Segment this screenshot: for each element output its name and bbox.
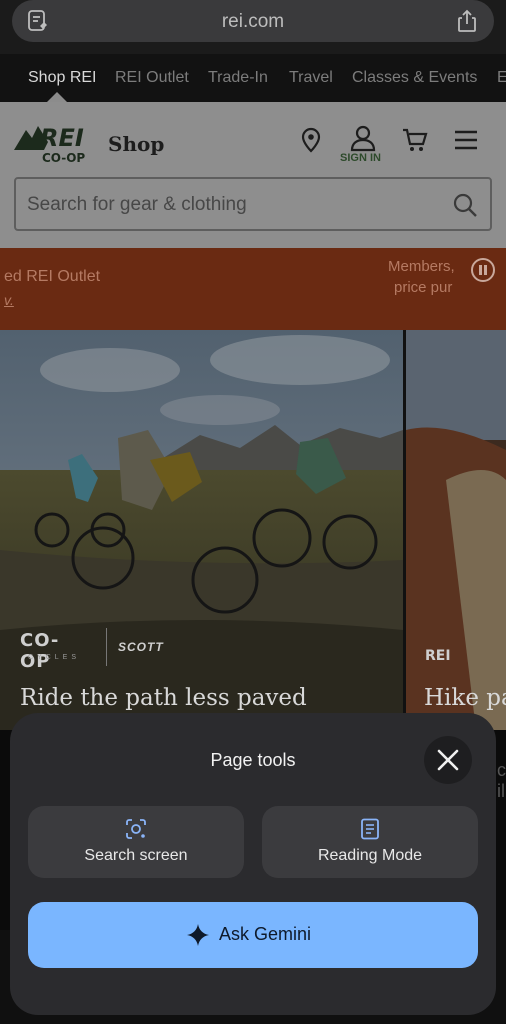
rei-logo[interactable]: REI CO-OP [14,116,92,168]
active-tab-caret [47,92,67,102]
site-header: REI CO-OP Shop SIGN IN Search for gear &… [0,102,506,248]
url-text[interactable]: rei.com [12,11,494,33]
user-icon[interactable] [349,124,377,152]
hero-slide-title[interactable]: Ride the path less paved [20,685,307,711]
promo-banner[interactable]: ed REI Outlet v. Members, price pur [0,248,506,330]
scott-logo: SCOTT [118,640,164,654]
topnav-item-classes-events[interactable]: Classes & Events [352,69,477,87]
search-screen-button[interactable]: Search screen [28,806,244,878]
page-tools-sheet: Page tools Search screen Reading Mode As [10,713,496,1015]
lens-icon [126,819,146,839]
hero-slide-title-2[interactable]: Hike pa [424,685,506,711]
close-icon [437,749,459,771]
peek-line-2: il [497,781,505,801]
shop-label[interactable]: Shop [108,132,164,156]
cart-icon[interactable] [401,126,429,154]
logo-rei-text: REI [40,124,84,152]
coop-cycles-sub: CYCLES [28,654,81,661]
page-peek-text: c il [497,760,506,802]
reading-mode-label: Reading Mode [317,847,423,864]
peek-line-1: c [497,760,506,780]
banner-link[interactable]: v. [4,292,14,308]
address-bar[interactable]: rei.com [12,0,494,42]
browser-toolbar: rei.com [0,0,506,54]
search-screen-label: Search screen [84,847,188,864]
hero-image-hiker[interactable] [406,330,506,730]
reading-mode-icon [361,818,379,840]
ask-gemini-button[interactable]: Ask Gemini [28,902,478,968]
share-icon[interactable] [456,9,478,33]
topnav-item-travel[interactable]: Travel [289,69,333,87]
banner-text-right: Members, [388,258,455,275]
rei-mini-logo: REI [425,648,451,664]
hero-carousel[interactable]: CO-OP CYCLES SCOTT Ride the path less pa… [0,330,506,730]
logo-coop-text: CO-OP [42,151,85,165]
sign-in-label[interactable]: SIGN IN [340,152,381,164]
brand-divider [106,628,107,666]
topnav-item-more[interactable]: E [497,69,506,87]
ask-gemini-label: Ask Gemini [219,924,312,944]
search-input[interactable]: Search for gear & clothing [14,177,492,231]
top-nav: Shop REI REI Outlet Trade-In Travel Clas… [0,54,506,102]
search-icon[interactable] [452,192,478,218]
topnav-item-rei-outlet[interactable]: REI Outlet [115,69,189,87]
gemini-sparkle-icon [187,924,209,946]
banner-text-left: ed REI Outlet [4,268,101,285]
close-button[interactable] [424,736,472,784]
menu-icon[interactable] [452,126,480,154]
pause-icon[interactable] [471,258,495,282]
reading-mode-button[interactable]: Reading Mode [262,806,478,878]
hero-image-cyclists[interactable] [0,330,403,730]
location-icon[interactable] [297,126,325,154]
banner-text-right-2: price pur [394,279,453,296]
search-placeholder: Search for gear & clothing [27,194,247,215]
topnav-item-trade-in[interactable]: Trade-In [208,69,268,87]
coop-cycles-logo: CO-OP [20,630,60,672]
topnav-item-shop-rei[interactable]: Shop REI [28,69,96,87]
